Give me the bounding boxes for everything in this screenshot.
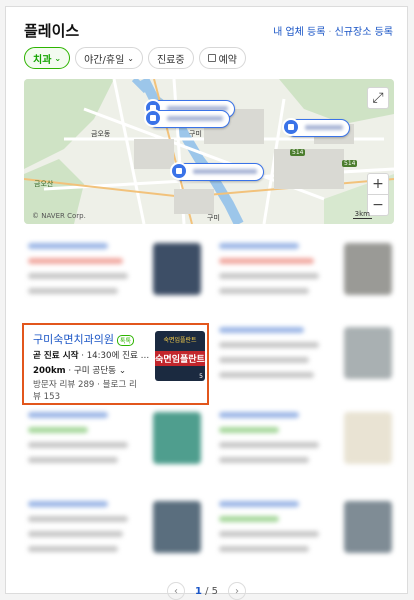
map-marker-icon xyxy=(170,162,188,180)
list-item[interactable] xyxy=(28,243,203,321)
place-distance: 200km xyxy=(33,366,66,376)
chevron-right-icon[interactable]: › xyxy=(228,582,247,600)
map-label-geumo-mountain: 금오산 xyxy=(34,180,54,188)
place-panel: 플레이스 내 업체 등록 · 신규장소 등록 치과 ⌄ 야간/휴일 ⌄ 진료중 예약 xyxy=(5,6,408,600)
map-label-gumi-2: 구미 xyxy=(207,214,220,222)
chevron-down-icon: ⌄ xyxy=(127,53,134,63)
thumbnail[interactable] xyxy=(344,243,392,295)
thumbnail[interactable] xyxy=(344,327,392,379)
place-hours[interactable]: 14:30에 진료 … xyxy=(87,351,150,361)
place-location[interactable]: 구미 공단동 xyxy=(74,366,116,376)
current-page: 1 xyxy=(194,585,202,597)
header-separator: · xyxy=(328,26,332,38)
map-scale: 3km xyxy=(352,210,372,219)
thumbnail[interactable] xyxy=(153,412,201,464)
map-label-geumodong: 금오동 xyxy=(91,130,111,138)
place-name-row: 구미숙면치과의원 톡톡 xyxy=(33,331,135,347)
thumbnail[interactable] xyxy=(344,501,392,553)
total-pages: 5 xyxy=(211,585,219,597)
place-location-row: 200km · 구미 공단동 ⌄ xyxy=(33,366,127,376)
filter-chip-label: 야간/휴일 xyxy=(84,54,125,66)
filter-chip-label: 예약 xyxy=(218,54,237,66)
pagination: ‹ 1 / 5 › xyxy=(6,582,407,600)
filter-bar: 치과 ⌄ 야간/휴일 ⌄ 진료중 예약 xyxy=(24,47,246,69)
highlighted-place-card[interactable]: 구미숙면치과의원 톡톡 곧 진료 시작 · 14:30에 진료 … 200km ·… xyxy=(22,323,209,405)
thumbnail-image-count: 5 xyxy=(199,373,203,380)
expand-icon[interactable]: ⤢ xyxy=(367,87,389,109)
place-status-row: 곧 진료 시작 · 14:30에 진료 … xyxy=(33,351,150,361)
place-status: 곧 진료 시작 xyxy=(33,351,79,361)
place-reviews-line1[interactable]: 방문자 리뷰 289 · 블로그 리 xyxy=(33,378,137,390)
filter-chip-dentist[interactable]: 치과 ⌄ xyxy=(24,47,71,69)
map-pin[interactable] xyxy=(282,118,350,137)
filter-chip-label: 진료중 xyxy=(156,54,185,66)
place-reviews-line2[interactable]: 뷰 153 xyxy=(33,390,60,402)
page-separator: / xyxy=(201,585,212,597)
map-view[interactable]: 구미 금오동 금오산 구미 514 514 ⤢ + − © NAVER Corp… xyxy=(24,79,394,224)
map-marker-icon xyxy=(144,109,162,127)
list-item[interactable] xyxy=(28,412,203,490)
list-item[interactable] xyxy=(219,501,394,579)
filter-chip-night-holiday[interactable]: 야간/휴일 ⌄ xyxy=(75,47,143,69)
map-label-gumi: 구미 xyxy=(189,130,202,138)
register-business-link[interactable]: 내 업체 등록 xyxy=(273,27,325,38)
thumbnail-caption-top: 숙면임플란트 xyxy=(163,337,197,344)
chevron-down-icon: ⌄ xyxy=(54,53,62,63)
map-marker-icon xyxy=(282,118,300,136)
thumbnail[interactable] xyxy=(153,243,201,295)
list-item[interactable] xyxy=(219,412,394,490)
page-indicator: 1 / 5 xyxy=(195,586,218,597)
thumbnail[interactable] xyxy=(344,412,392,464)
place-thumbnail[interactable]: 숙면임플란트 숙면임플란트 5 xyxy=(155,331,205,381)
map-credit: © NAVER Corp. xyxy=(32,212,86,220)
filter-chip-label: 치과 xyxy=(33,54,52,66)
zoom-in-button[interactable]: + xyxy=(367,173,389,195)
place-name-link[interactable]: 구미숙면치과의원 xyxy=(33,333,114,346)
calendar-icon xyxy=(207,54,216,62)
list-item[interactable] xyxy=(219,327,394,405)
list-item[interactable] xyxy=(28,501,203,579)
filter-chip-open-now[interactable]: 진료중 xyxy=(147,47,194,69)
talk-badge[interactable]: 톡톡 xyxy=(116,334,135,346)
map-pin[interactable] xyxy=(170,162,264,181)
thumbnail-caption-main: 숙면임플란트 xyxy=(155,351,205,366)
header-links: 내 업체 등록 · 신규장소 등록 xyxy=(273,23,393,38)
panel-header: 플레이스 내 업체 등록 · 신규장소 등록 xyxy=(24,21,393,40)
chevron-left-icon[interactable]: ‹ xyxy=(166,582,185,600)
new-place-link[interactable]: 신규장소 등록 xyxy=(335,27,393,38)
thumbnail[interactable] xyxy=(153,501,201,553)
map-pin[interactable] xyxy=(144,109,230,128)
chevron-down-icon[interactable]: ⌄ xyxy=(119,366,126,376)
map-road-514a: 514 xyxy=(290,149,306,156)
filter-chip-reservation[interactable]: 예약 xyxy=(198,47,246,69)
panel-title: 플레이스 xyxy=(24,21,80,40)
map-road-514b: 514 xyxy=(342,160,358,167)
list-item[interactable] xyxy=(219,243,394,321)
